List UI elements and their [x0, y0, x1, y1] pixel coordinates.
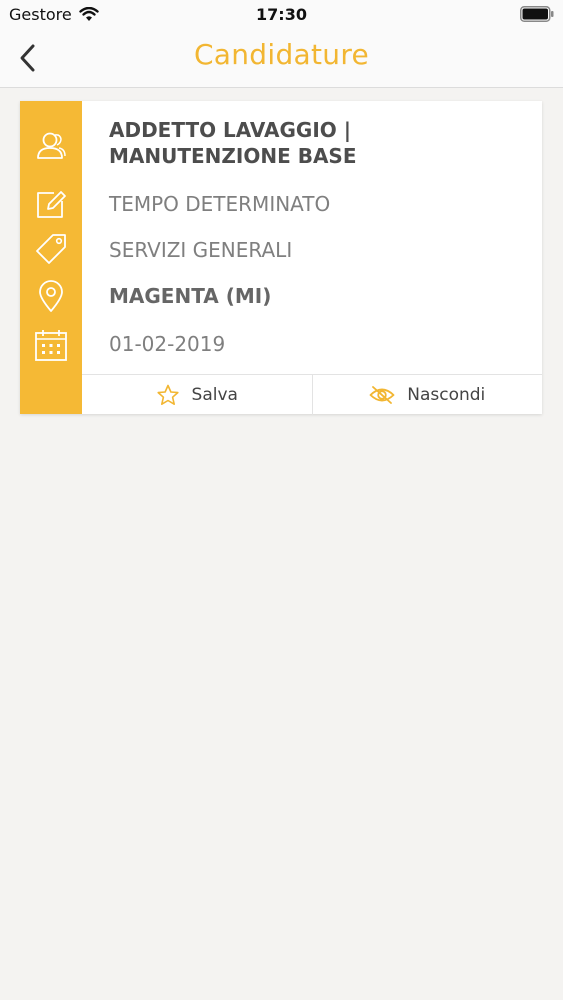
- edit-icon: [34, 187, 68, 221]
- hide-button[interactable]: Nascondi: [311, 375, 543, 415]
- navigation-bar: Candidature: [0, 30, 563, 88]
- save-label: Salva: [191, 385, 238, 405]
- status-bar: Gestore 17:30: [0, 0, 563, 30]
- card-icon-rail: [20, 101, 82, 414]
- calendar-icon: [34, 328, 68, 362]
- star-icon: [156, 384, 179, 405]
- page-title: Candidature: [193, 38, 370, 71]
- hide-label: Nascondi: [407, 385, 486, 405]
- job-title: ADDETTO LAVAGGIO | MANUTENZIONE BASE: [109, 118, 357, 168]
- job-contract: TEMPO DETERMINATO: [109, 192, 331, 216]
- job-location: MAGENTA (MI): [109, 284, 272, 308]
- card-body: ADDETTO LAVAGGIO | MANUTENZIONE BASE TEM…: [82, 101, 542, 374]
- users-icon: [34, 128, 68, 162]
- eye-off-icon: [369, 386, 395, 404]
- card-actions: Salva Nascondi: [82, 374, 542, 415]
- job-card[interactable]: ADDETTO LAVAGGIO | MANUTENZIONE BASE TEM…: [20, 101, 542, 415]
- save-button[interactable]: Salva: [82, 375, 312, 415]
- job-date: 01-02-2019: [109, 332, 226, 356]
- status-time: 17:30: [256, 5, 307, 24]
- map-pin-icon: [34, 279, 68, 313]
- tag-icon: [34, 232, 68, 266]
- job-category: SERVIZI GENERALI: [109, 238, 293, 262]
- battery-icon: [520, 6, 554, 26]
